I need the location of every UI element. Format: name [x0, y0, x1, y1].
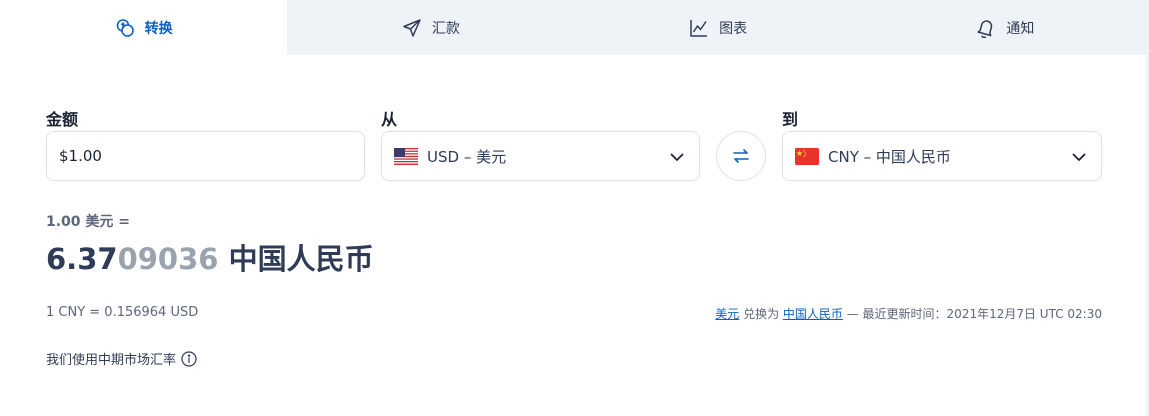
midmarket-text: 我们使用中期市场汇率 [46, 353, 177, 368]
tab-convert-label: 转换 [144, 20, 173, 37]
chevron-down-icon [670, 153, 684, 161]
chevron-down-icon [1072, 153, 1086, 161]
amount-input[interactable]: $1.00 [46, 131, 365, 181]
update-middle-text: 兑换为 [739, 307, 783, 321]
swap-button[interactable] [716, 131, 766, 181]
to-currency-link[interactable]: 中国人民币 [783, 307, 843, 321]
info-icon[interactable] [181, 350, 197, 367]
result-main-digits: 6.37 [46, 242, 118, 276]
amount-label: 金额 [46, 110, 79, 129]
amount-value: $1.00 [59, 147, 102, 165]
last-updated-line: 美元 兑换为 中国人民币 — 最近更新时间：2021年12月7日 UTC 02:… [715, 305, 1102, 322]
result-currency-name: 中国人民币 [218, 242, 374, 276]
tab-alerts-label: 通知 [1006, 20, 1035, 37]
coins-icon [116, 18, 134, 37]
tab-charts-label: 图表 [719, 20, 748, 37]
to-label: 到 [782, 110, 799, 129]
chart-icon [690, 19, 708, 37]
from-amount-text: 1.00 美元 = [46, 214, 131, 230]
tab-send-label: 汇款 [431, 20, 460, 37]
bell-icon [977, 19, 993, 38]
inverse-rate: 1 CNY = 0.156964 USD [46, 305, 199, 320]
update-suffix-text: — 最近更新时间：2021年12月7日 UTC 02:30 [842, 307, 1102, 321]
result-dim-digits: 09036 [117, 242, 219, 276]
tab-send[interactable]: 汇款 [287, 0, 575, 55]
tab-charts[interactable]: 图表 [574, 0, 862, 55]
from-currency-link[interactable]: 美元 [715, 307, 739, 321]
midmarket-note: 我们使用中期市场汇率 [46, 349, 197, 368]
tab-bar: 转换 汇款 图表 通知 [0, 0, 1149, 55]
from-currency-text: USD – 美元 [427, 147, 507, 166]
from-label: 从 [381, 110, 398, 129]
us-flag-icon [394, 147, 418, 165]
from-currency-select[interactable]: USD – 美元 [381, 131, 700, 181]
tab-convert[interactable]: 转换 [0, 0, 288, 55]
send-icon [403, 18, 421, 37]
swap-arrows-icon [733, 149, 749, 163]
cn-flag-icon [795, 147, 819, 165]
tab-alerts[interactable]: 通知 [861, 0, 1149, 55]
to-currency-select[interactable]: CNY – 中国人民币 [782, 131, 1102, 181]
to-currency-text: CNY – 中国人民币 [828, 147, 951, 166]
conversion-result: 6.3709036 中国人民币 [46, 236, 374, 278]
